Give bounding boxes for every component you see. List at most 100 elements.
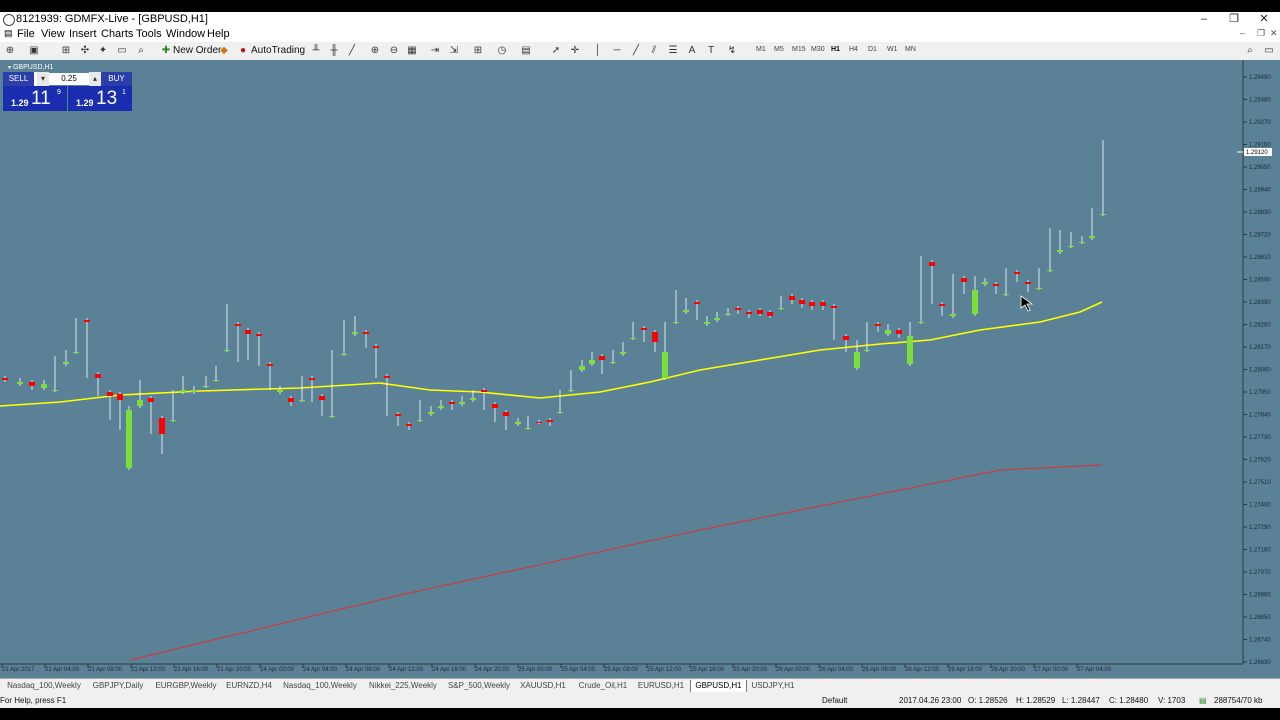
lot-decrease-icon[interactable]: ▾ xyxy=(37,72,49,86)
timeframe-m5[interactable]: M5 xyxy=(774,46,784,53)
tab-eurusd-h1[interactable]: EURUSD,H1 xyxy=(636,680,686,692)
templates-icon[interactable]: ▤ xyxy=(520,45,532,57)
channel-icon[interactable]: ⫽ xyxy=(648,45,660,57)
autotrading-button[interactable]: AutoTrading xyxy=(251,45,305,56)
metaeditor-icon[interactable]: ◆ xyxy=(218,45,230,57)
lot-input[interactable]: 0.25 xyxy=(49,73,89,85)
chat-icon[interactable]: ▭ xyxy=(1263,45,1275,57)
timeframe-m1[interactable]: M1 xyxy=(756,46,766,53)
candle-body xyxy=(652,332,658,342)
candle-body xyxy=(725,314,731,315)
timeframe-h4[interactable]: H4 xyxy=(849,46,858,53)
line-chart-icon[interactable]: ╱ xyxy=(346,45,358,57)
market-watch-icon[interactable]: ⊞ xyxy=(60,45,72,57)
candle-body xyxy=(630,338,636,339)
title-bar: 8121939: GDMFX-Live - [GBPUSD,H1] – ❐ ✕ xyxy=(0,12,1280,27)
tab-nasdaq-weekly-1[interactable]: Nasdaq_100,Weekly xyxy=(4,680,84,692)
candle-body xyxy=(864,350,870,351)
crosshair-icon[interactable]: ✛ xyxy=(569,45,581,57)
autotrading-icon[interactable]: ● xyxy=(237,45,249,57)
doc-restore-button[interactable]: ❐ xyxy=(1257,28,1265,39)
data-window-icon[interactable]: ✣ xyxy=(79,45,91,57)
menu-charts[interactable]: Charts xyxy=(101,28,133,40)
cursor-icon[interactable]: ➚ xyxy=(550,45,562,57)
zoom-in-icon[interactable]: ⊕ xyxy=(369,45,381,57)
chart-menu-icon[interactable]: ▾ xyxy=(8,65,11,71)
timeframe-mn[interactable]: MN xyxy=(905,46,916,53)
candle-body xyxy=(363,332,369,334)
candle-body xyxy=(191,390,197,392)
fibonacci-icon[interactable]: ☰ xyxy=(667,45,679,57)
close-button[interactable]: ✕ xyxy=(1250,12,1278,27)
menu-view[interactable]: View xyxy=(41,28,65,40)
trendline-icon[interactable]: ╱ xyxy=(630,45,642,57)
tab-xauusd-h1[interactable]: XAUUSD,H1 xyxy=(516,680,570,692)
new-order-button[interactable]: New Order xyxy=(173,45,221,56)
menu-insert[interactable]: Insert xyxy=(69,28,97,40)
buy-button[interactable]: BUY xyxy=(101,72,132,86)
search-icon[interactable]: ⌕ xyxy=(1244,45,1256,57)
horizontal-line-icon[interactable]: ─ xyxy=(611,45,623,57)
tab-usdjpy-h1[interactable]: USDJPY,H1 xyxy=(749,680,797,692)
menu-tools[interactable]: Tools xyxy=(136,28,162,40)
tab-nikkei-weekly[interactable]: Nikkei_225,Weekly xyxy=(364,680,442,692)
tab-eurnzd-h4[interactable]: EURNZD,H4 xyxy=(222,680,276,692)
menu-window[interactable]: Window xyxy=(166,28,205,40)
candle-body xyxy=(641,328,647,330)
chart-area[interactable]: 1.29490 1.29380 1.29270 1.29160 1.29050 1.289… xyxy=(0,60,1280,678)
restore-button[interactable]: ❐ xyxy=(1220,12,1248,27)
new-chart-icon[interactable]: ⊕ xyxy=(4,45,16,57)
tab-eurgbp-weekly[interactable]: EURGBP,Weekly xyxy=(152,680,220,692)
tab-gbpjpy-daily[interactable]: GBPJPY,Daily xyxy=(88,680,148,692)
new-order-icon[interactable]: ✚ xyxy=(160,45,172,57)
buy-price-fraction: 1 xyxy=(122,89,126,96)
timeframe-w1[interactable]: W1 xyxy=(887,46,898,53)
timeframe-d1[interactable]: D1 xyxy=(868,46,877,53)
sell-button[interactable]: SELL xyxy=(3,72,34,86)
timeframe-h1[interactable]: H1 xyxy=(831,46,840,53)
bar-chart-icon[interactable]: ╨ xyxy=(310,45,322,57)
terminal-icon[interactable]: ▭ xyxy=(116,45,128,57)
menu-file[interactable]: File xyxy=(17,28,35,40)
timeframe-m15[interactable]: M15 xyxy=(792,46,806,53)
time-tick-label: 24 Apr 00:00 xyxy=(260,667,295,673)
tab-nasdaq-weekly-2[interactable]: Nasdaq_100,Weekly xyxy=(280,680,360,692)
candle-body xyxy=(329,416,335,417)
menu-help[interactable]: Help xyxy=(207,28,230,40)
candle-body xyxy=(820,302,826,306)
timeframe-m30[interactable]: M30 xyxy=(811,46,825,53)
indicators-icon[interactable]: ⊞ xyxy=(472,45,484,57)
bottom-border xyxy=(0,708,1280,720)
time-tick-label: 25 Apr 04:00 xyxy=(561,667,596,673)
text-tool-icon[interactable]: A xyxy=(686,45,698,57)
arrows-icon[interactable]: ↯ xyxy=(726,45,738,57)
vertical-line-icon[interactable]: │ xyxy=(592,45,604,57)
minimize-button[interactable]: – xyxy=(1190,12,1218,27)
sell-price-pips: 11 xyxy=(31,88,51,109)
price-tick-label: 1.27400 xyxy=(1249,503,1271,509)
zoom-out-icon[interactable]: ⊖ xyxy=(388,45,400,57)
tester-icon[interactable]: ⌕ xyxy=(135,45,147,57)
price-chart[interactable]: 1.29490 1.29380 1.29270 1.29160 1.29050 1.289… xyxy=(0,60,1280,678)
sell-price[interactable]: 1.29 11 9 xyxy=(3,86,67,111)
time-tick-label: 26 Apr 04:00 xyxy=(819,667,854,673)
tab-crude-oil-h1[interactable]: Crude_Oil,H1 xyxy=(574,680,632,692)
status-profile[interactable]: Default xyxy=(822,696,847,705)
periods-icon[interactable]: ◷ xyxy=(496,45,508,57)
doc-minimize-button[interactable]: – xyxy=(1240,28,1245,38)
candle-body xyxy=(536,422,542,423)
tile-windows-icon[interactable]: ▦ xyxy=(406,45,418,57)
lot-increase-icon[interactable]: ▴ xyxy=(89,72,101,86)
text-label-icon[interactable]: T xyxy=(705,45,717,57)
auto-scroll-icon[interactable]: ⇲ xyxy=(448,45,460,57)
tab-sp500-weekly[interactable]: S&P_500,Weekly xyxy=(446,680,512,692)
profiles-icon[interactable]: ▣ xyxy=(28,45,40,57)
doc-close-button[interactable]: ✕ xyxy=(1270,28,1278,39)
navigator-icon[interactable]: ✦ xyxy=(97,45,109,57)
candle-body xyxy=(449,402,455,404)
price-tick-label: 1.28170 xyxy=(1249,345,1271,351)
candlestick-icon[interactable]: ╫ xyxy=(328,45,340,57)
chart-shift-icon[interactable]: ⇥ xyxy=(429,45,441,57)
time-tick-label: 25 Apr 12:00 xyxy=(647,667,682,673)
buy-price[interactable]: 1.29 13 1 xyxy=(68,86,132,111)
